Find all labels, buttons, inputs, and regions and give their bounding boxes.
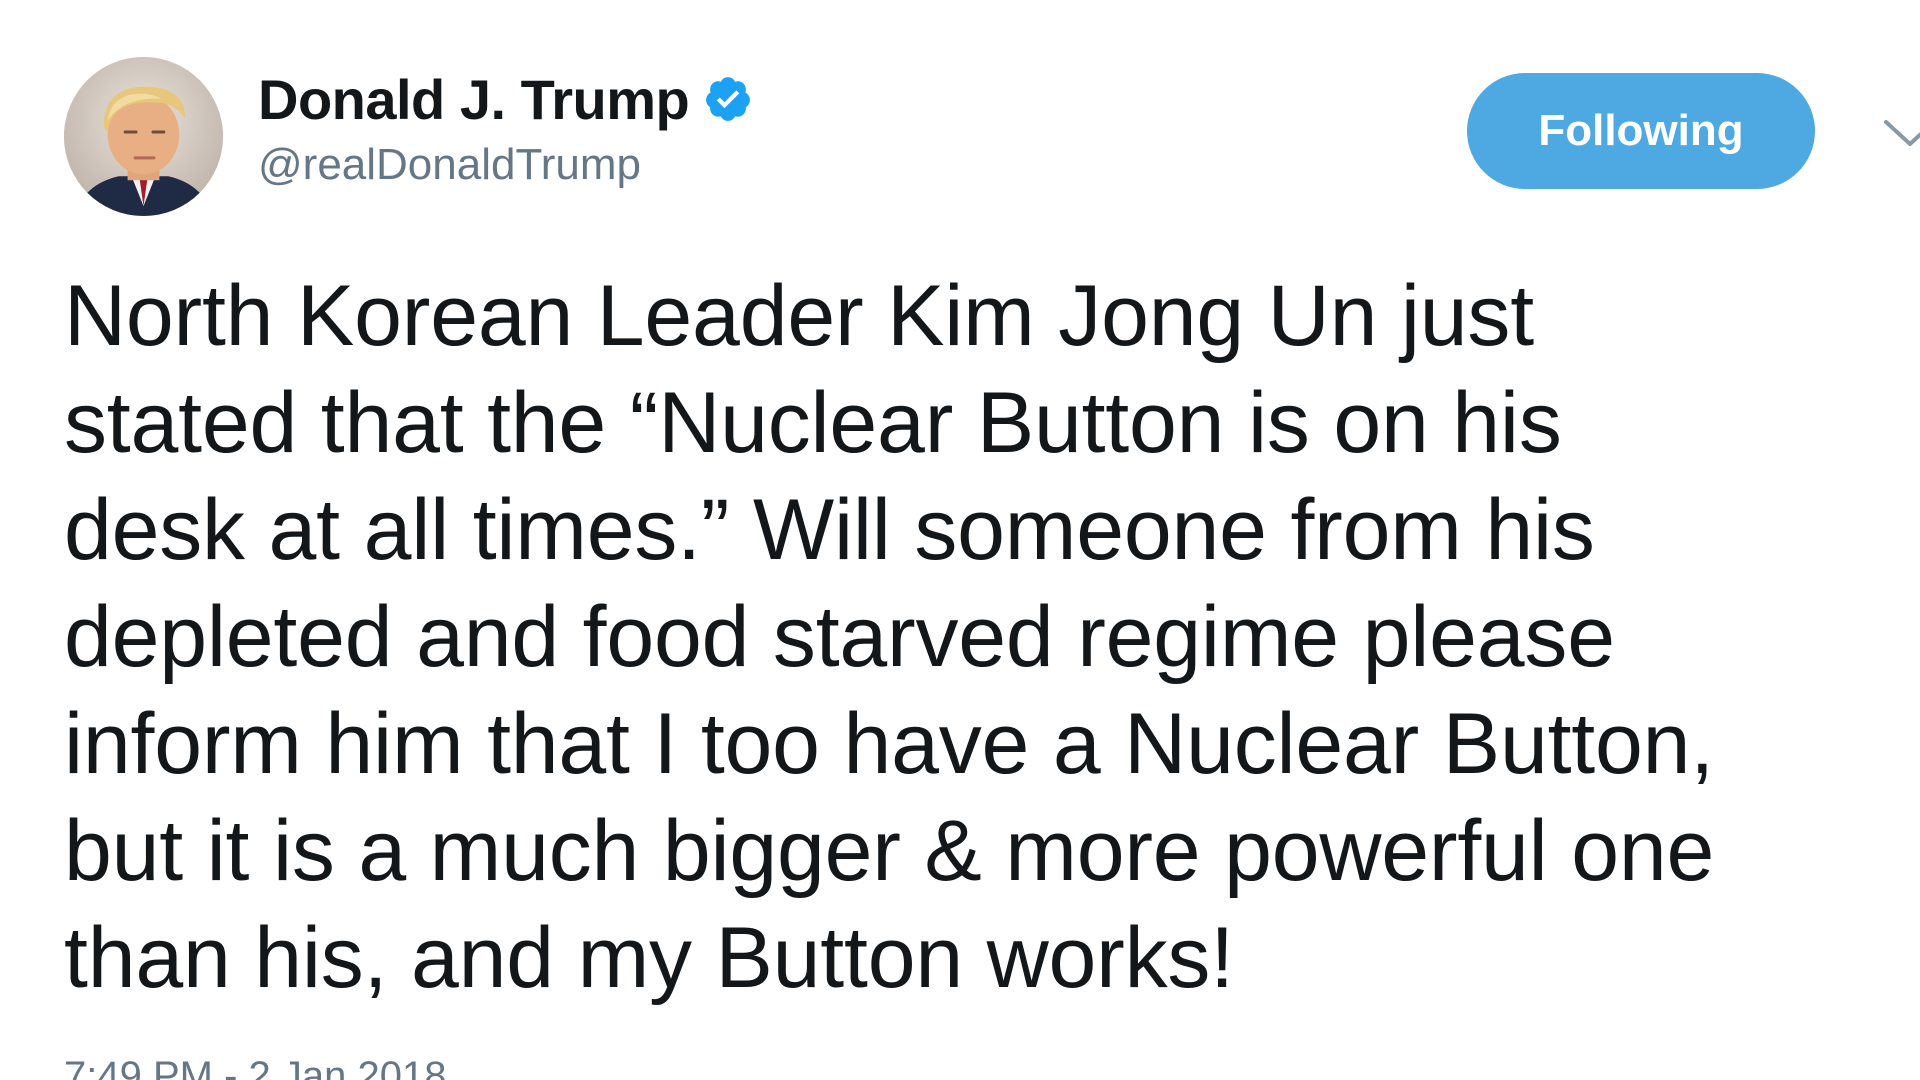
author-display-name[interactable]: Donald J. Trump <box>258 67 690 132</box>
tweet-text: North Korean Leader Kim Jong Un just sta… <box>64 268 1715 1006</box>
following-button[interactable]: Following <box>1467 73 1815 189</box>
author-name-row: Donald J. Trump <box>258 66 753 132</box>
avatar-image <box>64 57 223 216</box>
author-handle[interactable]: @realDonaldTrump <box>258 140 641 190</box>
avatar[interactable] <box>64 57 223 216</box>
tweet-timestamp[interactable]: 7:49 PM - 2 Jan 2018 <box>64 1052 446 1080</box>
chevron-down-icon[interactable] <box>1882 118 1920 148</box>
verified-badge-icon <box>703 74 753 124</box>
tweet-card: Donald J. Trump @realDonaldTrump Followi… <box>0 0 1920 1080</box>
